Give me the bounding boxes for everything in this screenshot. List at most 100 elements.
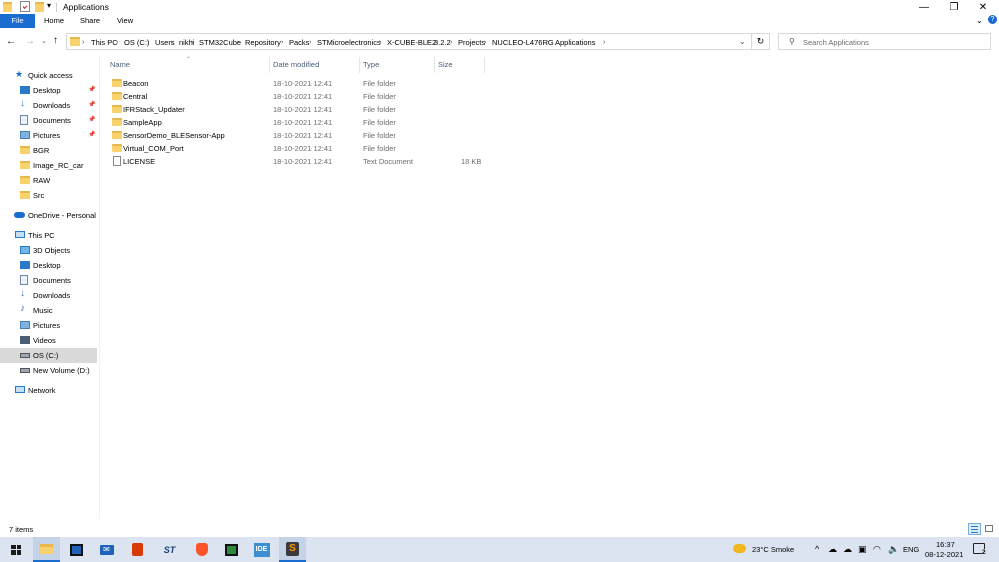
pin-icon[interactable]: 📌: [88, 116, 95, 123]
breadcrumb-item[interactable]: STM32Cube: [199, 38, 241, 47]
pane-divider[interactable]: [99, 56, 100, 519]
column-divider[interactable]: [359, 57, 360, 73]
nav-item-os-c[interactable]: OS (C:): [0, 348, 97, 363]
clock-date[interactable]: 08-12-2021: [925, 550, 963, 559]
nav-network[interactable]: Network: [0, 383, 97, 398]
office-taskbar-button[interactable]: [124, 537, 151, 562]
ide-taskbar-button[interactable]: IDE: [248, 537, 275, 562]
file-row[interactable]: LICENSE 18-10-2021 12:41 Text Document 18 K…: [108, 155, 488, 168]
new-folder-icon[interactable]: [35, 2, 44, 12]
file-row[interactable]: Central 18-10-2021 12:41 File folder: [108, 90, 488, 103]
tab-home[interactable]: Home: [36, 14, 72, 28]
breadcrumb-separator[interactable]: ›: [171, 37, 174, 46]
file-row[interactable]: SensorDemo_BLESensor-App 18-10-2021 12:41…: [108, 129, 488, 142]
breadcrumb-item[interactable]: NUCLEO-L476RG: [492, 38, 554, 47]
nav-item-src[interactable]: Src: [0, 188, 97, 203]
close-button[interactable]: ✕: [969, 0, 997, 14]
breadcrumb-separator[interactable]: ›: [547, 37, 550, 46]
breadcrumb-separator[interactable]: ›: [281, 37, 284, 46]
breadcrumb-separator[interactable]: ›: [237, 37, 240, 46]
breadcrumb-item[interactable]: Repository: [245, 38, 281, 47]
nav-quick-access[interactable]: ★ Quick access: [0, 68, 97, 83]
breadcrumb-separator[interactable]: ›: [147, 37, 150, 46]
customize-quick-access-icon[interactable]: ▾: [47, 1, 51, 13]
breadcrumb-separator[interactable]: ›: [603, 37, 606, 46]
nav-item-downloads[interactable]: ↓ Downloads 📌: [0, 98, 97, 113]
nav-item-music[interactable]: ♪ Music: [0, 303, 97, 318]
nav-this-pc[interactable]: This PC: [0, 228, 97, 243]
st-taskbar-button[interactable]: ST: [156, 537, 183, 562]
large-icons-view-icon[interactable]: [983, 523, 996, 535]
forward-arrow-icon[interactable]: →: [25, 36, 35, 47]
breadcrumb-separator[interactable]: ›: [82, 37, 85, 46]
column-divider[interactable]: [269, 57, 270, 73]
minimize-button[interactable]: —: [910, 0, 938, 14]
breadcrumb-separator[interactable]: ›: [379, 37, 382, 46]
wifi-icon[interactable]: ◠: [873, 544, 881, 555]
weather-icon[interactable]: [733, 544, 746, 553]
nav-item-desktop[interactable]: Desktop: [0, 258, 97, 273]
maximize-button[interactable]: ❐: [940, 0, 968, 14]
column-size[interactable]: Size: [438, 60, 453, 73]
nav-item-documents[interactable]: Documents: [0, 273, 97, 288]
breadcrumb-separator[interactable]: ›: [426, 37, 429, 46]
pin-icon[interactable]: 📌: [88, 131, 95, 138]
nav-item-pictures[interactable]: Pictures 📌: [0, 128, 97, 143]
nav-item-documents[interactable]: Documents 📌: [0, 113, 97, 128]
start-button[interactable]: [0, 537, 32, 562]
nav-item-image-rc-car[interactable]: Image_RC_car: [0, 158, 97, 173]
column-divider[interactable]: [434, 57, 435, 73]
breadcrumb-separator[interactable]: ›: [484, 37, 487, 46]
tab-file[interactable]: File: [0, 14, 35, 28]
language-indicator[interactable]: ENG: [903, 545, 919, 554]
nav-item-new-volume-d[interactable]: New Volume (D:): [0, 363, 97, 378]
nav-item-bgr[interactable]: BGR: [0, 143, 97, 158]
column-name[interactable]: Name: [110, 60, 130, 73]
nav-item-desktop[interactable]: Desktop 📌: [0, 83, 97, 98]
recent-locations-icon[interactable]: ⌄: [41, 37, 47, 45]
properties-icon[interactable]: [20, 1, 30, 12]
file-row[interactable]: Virtual_COM_Port 18-10-2021 12:41 File fol…: [108, 142, 488, 155]
file-row[interactable]: Beacon 18-10-2021 12:41 File folder: [108, 77, 488, 90]
breadcrumb-separator[interactable]: ›: [116, 37, 119, 46]
brave-taskbar-button[interactable]: [188, 537, 215, 562]
nav-item-videos[interactable]: Videos: [0, 333, 97, 348]
help-icon[interactable]: ?: [988, 15, 997, 24]
file-row[interactable]: SampleApp 18-10-2021 12:41 File folder: [108, 116, 488, 129]
details-view-icon[interactable]: [968, 523, 981, 535]
breadcrumb-separator[interactable]: ›: [309, 37, 312, 46]
file-explorer-taskbar-button[interactable]: [33, 537, 60, 562]
cube-taskbar-button[interactable]: [218, 537, 245, 562]
sublime-taskbar-button[interactable]: S: [279, 537, 306, 562]
back-arrow-icon[interactable]: ←: [6, 36, 16, 47]
display-icon[interactable]: ▣: [858, 544, 867, 555]
clock-time[interactable]: 16:37: [936, 540, 955, 549]
address-dropdown-icon[interactable]: ⌄: [739, 37, 746, 46]
breadcrumb-separator[interactable]: ›: [450, 37, 453, 46]
address-bar[interactable]: › This PC › OS (C:) › Users › nikhi › STM32Cube ›…: [66, 33, 752, 50]
breadcrumb-item[interactable]: 3.2.2: [434, 38, 451, 47]
nav-item-3d-objects[interactable]: 3D Objects: [0, 243, 97, 258]
tab-share[interactable]: Share: [72, 14, 108, 28]
breadcrumb-item[interactable]: This PC: [91, 38, 118, 47]
tab-view[interactable]: View: [109, 14, 141, 28]
up-arrow-icon[interactable]: ↑: [53, 35, 58, 46]
refresh-button[interactable]: ↻: [752, 33, 770, 50]
search-input[interactable]: ⚲ Search Applications: [778, 33, 991, 50]
pin-icon[interactable]: 📌: [88, 86, 95, 93]
breadcrumb-item[interactable]: Packs: [289, 38, 309, 47]
pin-icon[interactable]: 📌: [88, 101, 95, 108]
column-divider[interactable]: [484, 57, 485, 73]
breadcrumb-item[interactable]: Projects: [458, 38, 485, 47]
column-type[interactable]: Type: [363, 60, 379, 73]
breadcrumb-item[interactable]: STMicroelectronics: [317, 38, 381, 47]
mail-taskbar-button[interactable]: ✉: [93, 537, 120, 562]
expand-ribbon-icon[interactable]: ⌄: [976, 16, 983, 25]
nav-item-pictures[interactable]: Pictures: [0, 318, 97, 333]
show-hidden-icons-icon[interactable]: ^: [815, 544, 819, 554]
nav-item-downloads[interactable]: ↓ Downloads: [0, 288, 97, 303]
volume-icon[interactable]: 🔈: [888, 544, 899, 555]
breadcrumb-separator[interactable]: ›: [191, 37, 194, 46]
breadcrumb-item[interactable]: Applications: [555, 38, 595, 47]
app-taskbar-button[interactable]: [63, 537, 90, 562]
